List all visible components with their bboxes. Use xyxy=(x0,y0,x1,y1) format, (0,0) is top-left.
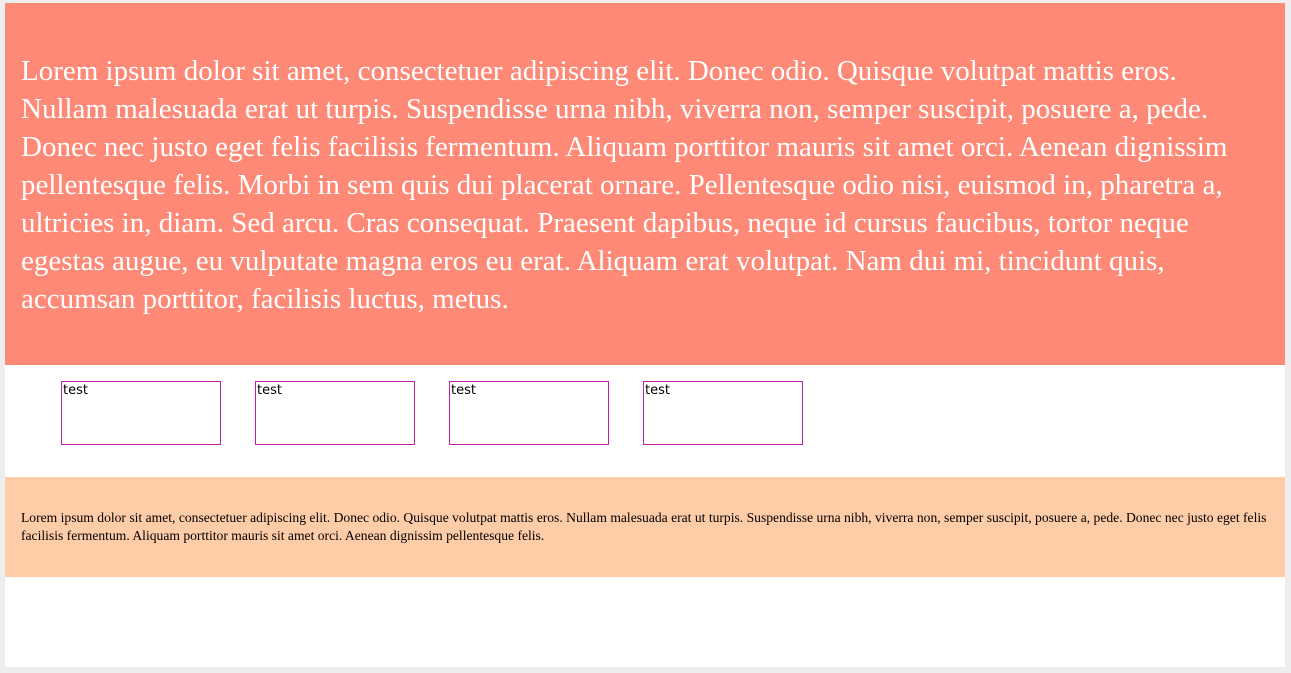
hero-text: Lorem ipsum dolor sit amet, consectetuer… xyxy=(21,55,1228,315)
test-box-4: test xyxy=(643,381,803,445)
footer-section: Lorem ipsum dolor sit amet, consectetuer… xyxy=(5,477,1285,577)
test-box-label: test xyxy=(257,383,282,398)
page: Lorem ipsum dolor sit amet, consectetuer… xyxy=(5,3,1285,667)
footer-text: Lorem ipsum dolor sit amet, consectetuer… xyxy=(21,510,1267,543)
hero-section: Lorem ipsum dolor sit amet, consectetuer… xyxy=(5,3,1285,365)
test-box-1: test xyxy=(61,381,221,445)
test-box-3: test xyxy=(449,381,609,445)
test-box-label: test xyxy=(451,383,476,398)
test-box-label: test xyxy=(63,383,88,398)
test-box-label: test xyxy=(645,383,670,398)
test-box-2: test xyxy=(255,381,415,445)
